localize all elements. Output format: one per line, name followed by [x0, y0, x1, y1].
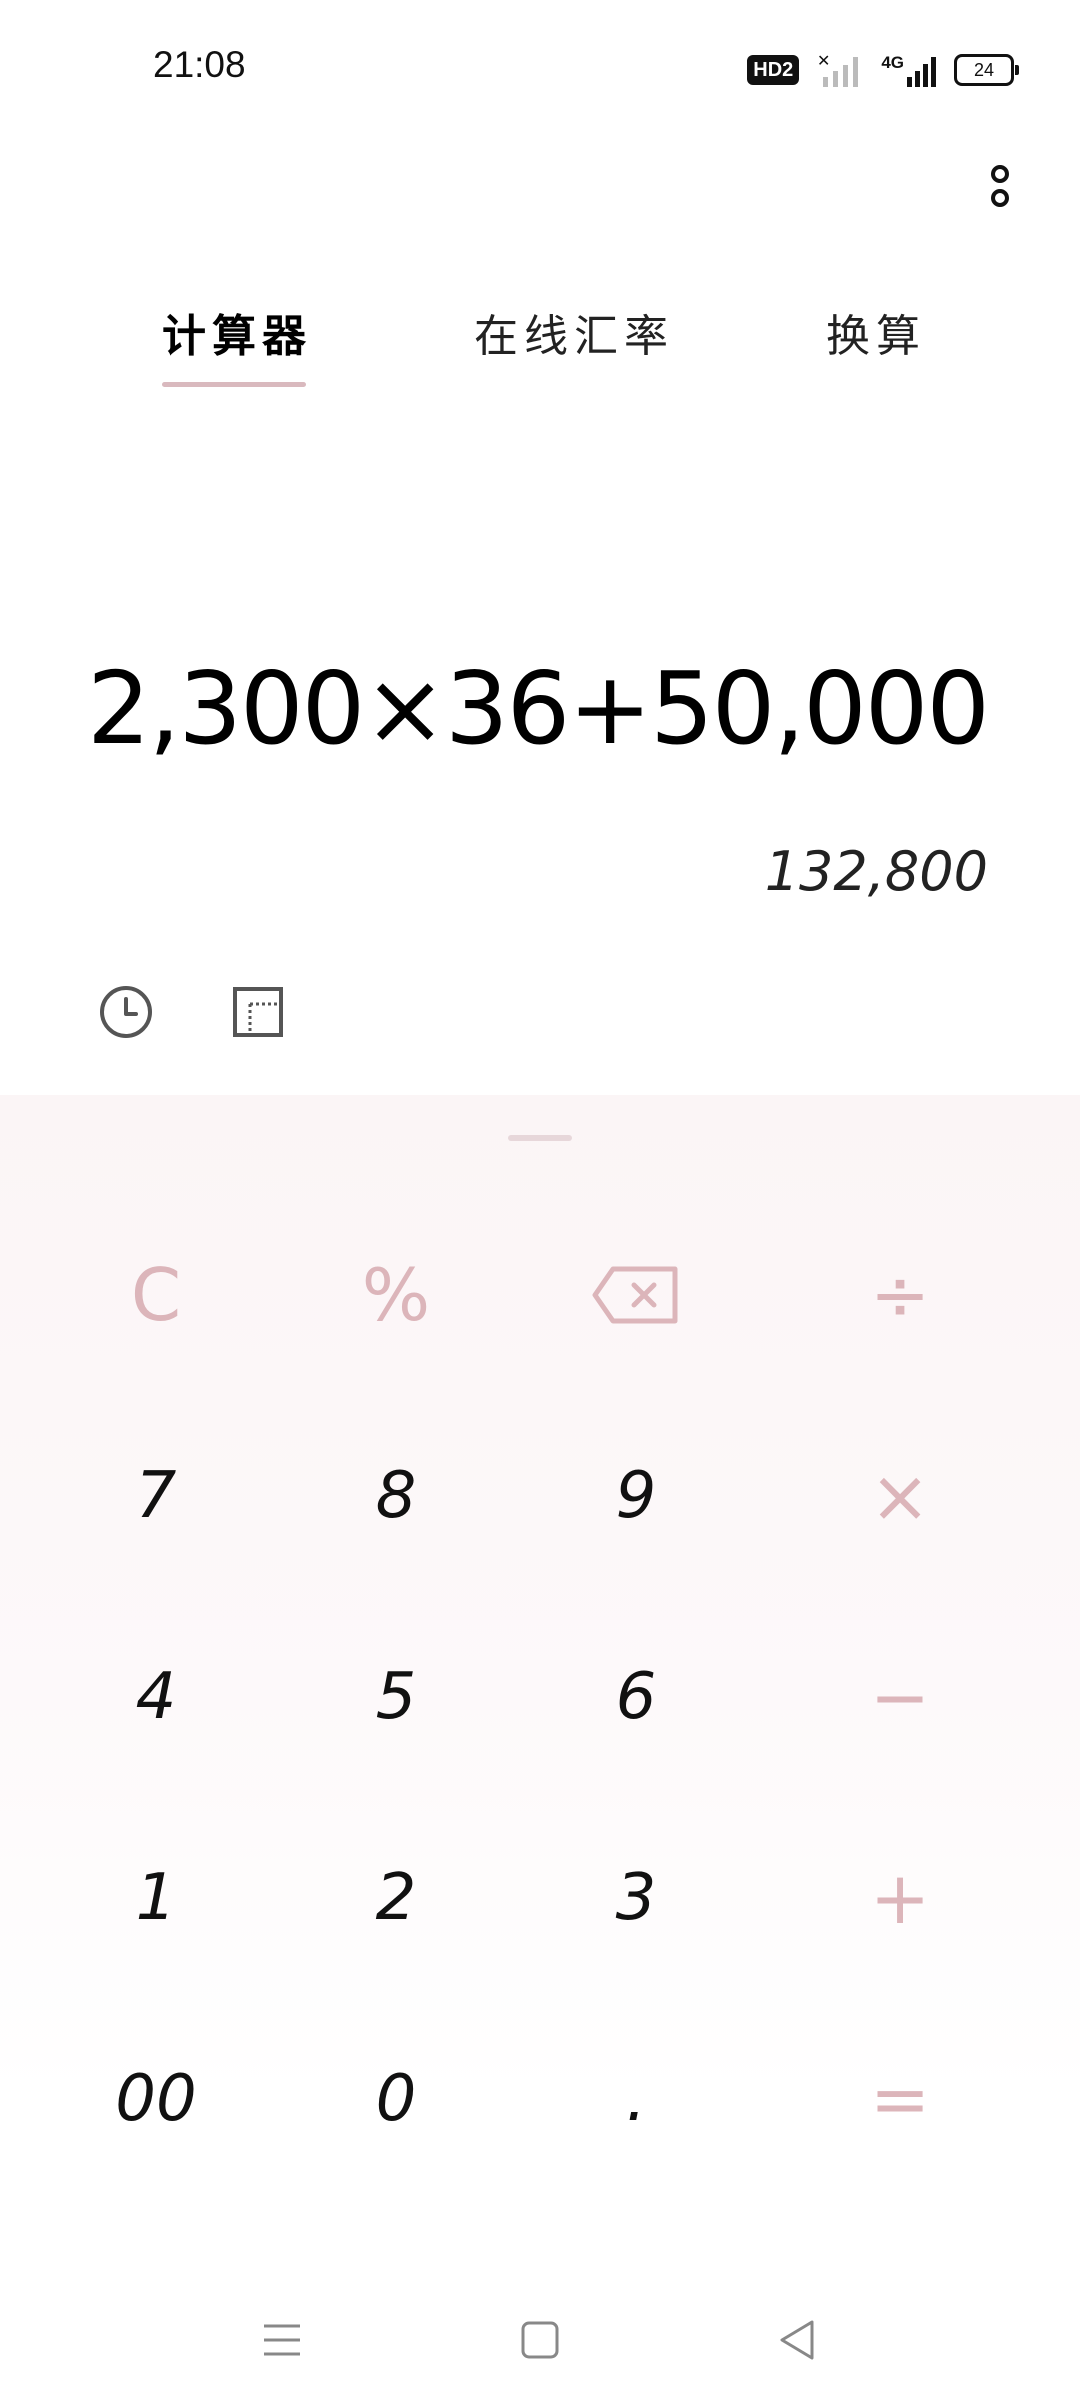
- digit-2-button[interactable]: 2: [296, 1818, 496, 1978]
- battery-level: 24: [973, 59, 995, 80]
- signal-off-icon: ✕: [817, 53, 859, 87]
- mode-tabs: 计算器 在线汇率 换算: [0, 280, 1080, 400]
- multiply-button[interactable]: ×: [800, 1416, 1000, 1576]
- backspace-icon: [592, 1266, 678, 1324]
- digit-7-button[interactable]: 7: [56, 1416, 256, 1576]
- signal-bar: [923, 64, 928, 87]
- active-tab-indicator: [162, 382, 306, 387]
- home-icon[interactable]: [510, 2310, 570, 2370]
- equals-button[interactable]: =: [800, 2019, 1000, 2179]
- subtract-button[interactable]: −: [800, 1617, 1000, 1777]
- digit-3-button[interactable]: 3: [536, 1818, 736, 1978]
- svg-text:✕: ✕: [817, 53, 830, 70]
- tab-conversion[interactable]: 换算: [826, 300, 926, 370]
- calculator-screen: 21:08 HD2 ✕ 4G 24 计算器 在线汇率 换算 2,300×36+5…: [0, 0, 1080, 2400]
- expression-display: 2,300×36+50,000: [86, 650, 990, 767]
- tab-exchange-rate[interactable]: 在线汇率: [474, 300, 674, 370]
- divide-button[interactable]: ÷: [800, 1215, 1000, 1375]
- signal-bar: [915, 71, 920, 87]
- digit-6-button[interactable]: 6: [536, 1617, 736, 1777]
- menu-icon[interactable]: [252, 2310, 312, 2370]
- back-icon[interactable]: [768, 2310, 828, 2370]
- digit-1-button[interactable]: 1: [56, 1818, 256, 1978]
- percent-button[interactable]: %: [296, 1215, 496, 1375]
- decimal-point-button[interactable]: .: [536, 2019, 736, 2179]
- double-zero-button[interactable]: 00: [56, 2019, 256, 2179]
- battery-icon: 24: [954, 54, 1019, 86]
- drag-handle[interactable]: [508, 1135, 572, 1141]
- digit-4-button[interactable]: 4: [56, 1617, 256, 1777]
- hd-voice-badge: HD2: [747, 55, 800, 85]
- tab-calculator[interactable]: 计算器: [162, 300, 312, 370]
- navigation-bar: [0, 2270, 1080, 2400]
- more-vertical-icon[interactable]: [980, 160, 1020, 216]
- digit-0-button[interactable]: 0: [296, 2019, 496, 2179]
- add-button[interactable]: +: [800, 1818, 1000, 1978]
- status-time: 21:08: [153, 44, 246, 85]
- digit-5-button[interactable]: 5: [296, 1617, 496, 1777]
- keypad: C % ÷ 7 8 9 × 4 5 6 − 1 2 3 + 00 0 . =: [0, 1095, 1080, 2400]
- backspace-button[interactable]: [536, 1215, 736, 1375]
- clock-icon[interactable]: [96, 982, 156, 1042]
- signal-bar: [931, 57, 936, 87]
- result-display: 132,800: [764, 840, 988, 903]
- status-icons: HD2 ✕ 4G 24: [747, 50, 1019, 90]
- clear-button[interactable]: C: [56, 1215, 256, 1375]
- signal-bar: [907, 77, 912, 87]
- status-bar: 21:08 HD2 ✕ 4G 24: [0, 0, 1080, 130]
- network-type-label: 4G: [881, 53, 904, 72]
- digit-8-button[interactable]: 8: [296, 1416, 496, 1576]
- digit-9-button[interactable]: 9: [536, 1416, 736, 1576]
- signal-4g-icon: 4G: [881, 53, 936, 87]
- layout-icon[interactable]: [228, 982, 288, 1042]
